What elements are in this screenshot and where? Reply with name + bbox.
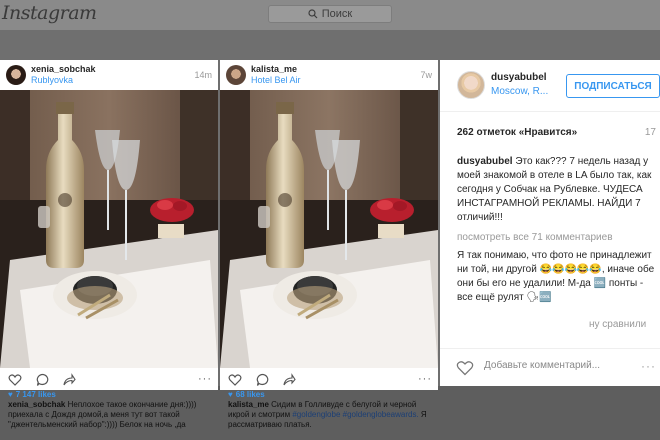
panel-username[interactable]: dusyabubel [491, 72, 547, 83]
caption-username[interactable]: kalista_me [228, 400, 269, 409]
panel-header: dusyabubel Moscow, R... ПОДПИСАТЬСЯ [440, 60, 660, 112]
background-header: Instagram Поиск [0, 0, 660, 30]
post-header: kalista_me Hotel Bel Air 7w [220, 60, 438, 90]
heart-icon [228, 374, 242, 386]
likes-count[interactable]: 262 отметок «Нравится» [457, 127, 577, 138]
caption: dusyabubel Это как??? 7 недель назад у м… [457, 155, 660, 225]
avatar[interactable] [226, 65, 246, 85]
post-detail-panel: dusyabubel Moscow, R... ПОДПИСАТЬСЯ 262 … [440, 60, 660, 386]
post-caption-area: ♥ 68 likes kalista_me Сидим в Голливуде с… [220, 390, 438, 440]
post-username[interactable]: kalista_me [251, 64, 297, 74]
caption-username[interactable]: dusyabubel [457, 156, 513, 167]
comment: Я так понимаю, что фото не принадлежит н… [457, 250, 655, 303]
post-caption: xenia_sobchak Неплохое такое окончание д… [8, 400, 210, 430]
like-button[interactable] [456, 360, 474, 376]
like-button[interactable] [228, 373, 242, 387]
likes-count[interactable]: ♥ 7 147 likes [8, 390, 210, 400]
heart-icon [8, 374, 22, 386]
post-location[interactable]: Rublyovka [31, 75, 73, 85]
add-comment-input[interactable]: Добавьте комментарий... [484, 360, 600, 371]
view-all-comments-link[interactable]: посмотреть все 71 комментариев [457, 232, 613, 243]
follow-button[interactable]: ПОДПИСАТЬСЯ [566, 74, 660, 98]
post-xenia: xenia_sobchak Rublyovka 14m ··· [0, 60, 218, 390]
likes-text: 7 147 likes [15, 390, 56, 399]
heart-icon: ♥ [228, 390, 233, 399]
share-button[interactable] [62, 373, 76, 387]
post-actions: ··· [220, 370, 438, 390]
comment-button[interactable] [36, 373, 50, 387]
post-caption-area: ♥ 7 147 likes xenia_sobchak Неплохое тако… [0, 390, 218, 440]
share-icon [63, 373, 76, 386]
share-icon [283, 373, 296, 386]
like-button[interactable] [8, 373, 22, 387]
post-location[interactable]: Hotel Bel Air [251, 75, 301, 85]
post-username[interactable]: xenia_sobchak [31, 64, 96, 74]
post-photo[interactable] [220, 90, 438, 368]
comment-icon [36, 373, 49, 386]
search-input[interactable]: Поиск [268, 5, 392, 23]
post-kalista: kalista_me Hotel Bel Air 7w ··· [220, 60, 438, 390]
likes-count[interactable]: ♥ 68 likes [228, 390, 430, 400]
post-caption: kalista_me Сидим в Голливуде с белугой и… [228, 400, 430, 430]
share-button[interactable] [282, 373, 296, 387]
heart-icon: ♥ [8, 390, 13, 399]
post-actions: ··· [0, 370, 218, 390]
more-options-button[interactable]: ··· [418, 373, 432, 385]
panel-location[interactable]: Moscow, R... [491, 86, 548, 97]
caviar-bottle-photo [220, 90, 438, 368]
search-icon [308, 9, 318, 19]
caption-hashtags[interactable]: #goldenglobe #goldenglobeawards. [292, 410, 418, 419]
more-options-button[interactable]: ··· [641, 359, 656, 373]
instagram-logo: Instagram [2, 2, 97, 24]
post-header: xenia_sobchak Rublyovka 14m [0, 60, 218, 90]
avatar[interactable] [6, 65, 26, 85]
avatar[interactable] [457, 71, 485, 99]
caption-username[interactable]: xenia_sobchak [8, 400, 65, 409]
more-options-button[interactable]: ··· [198, 373, 212, 385]
comment-footer: Добавьте комментарий... ··· [440, 348, 660, 386]
heart-icon [456, 361, 474, 376]
comment-button[interactable] [256, 373, 270, 387]
search-placeholder: Поиск [321, 8, 353, 20]
likes-text: 68 likes [235, 390, 265, 399]
comment-icon [256, 373, 269, 386]
post-time: 17 [644, 127, 656, 138]
post-photo[interactable] [0, 90, 218, 368]
post-time: 14m [194, 70, 212, 80]
caviar-bottle-photo [0, 90, 218, 368]
comment-faded: ну сравнили [589, 319, 647, 330]
post-time: 7w [420, 70, 432, 80]
